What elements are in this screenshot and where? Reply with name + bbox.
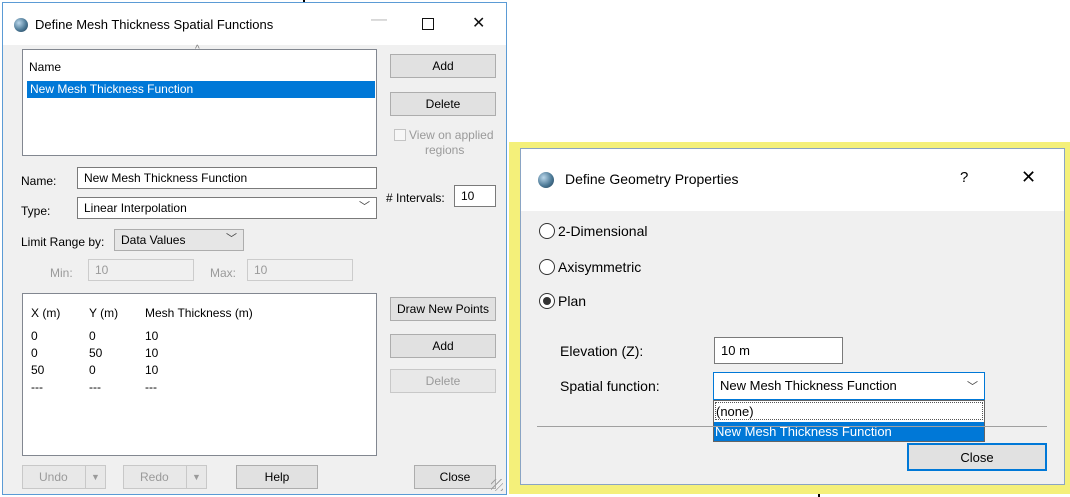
app-icon	[14, 18, 28, 32]
type-select-value: Linear Interpolation	[84, 201, 187, 215]
redo-button[interactable]: Redo ▼	[123, 465, 207, 489]
table-cell[interactable]: 10	[145, 345, 158, 361]
points-table: X (m) Y (m) Mesh Thickness (m) 0 0 10 0 …	[22, 293, 377, 456]
radio-plan[interactable]	[539, 293, 555, 309]
function-list: ^ Name New Mesh Thickness Function	[22, 44, 377, 156]
spatial-function-label: Spatial function:	[560, 378, 660, 394]
view-applied-label-2: regions	[425, 143, 465, 157]
dropdown-option-none[interactable]: (none)	[715, 402, 983, 420]
name-label: Name:	[21, 174, 57, 188]
geometry-properties-dialog: Define Geometry Properties ? ✕ 2-Dimensi…	[520, 148, 1065, 485]
redo-label: Redo	[140, 470, 169, 484]
delete-function-button[interactable]: Delete	[390, 92, 496, 116]
chevron-down-icon: ﹀	[226, 233, 237, 245]
table-cell[interactable]: ---	[89, 379, 101, 395]
table-cell[interactable]: 50	[89, 345, 102, 361]
separator	[537, 426, 1047, 427]
spatial-function-value: New Mesh Thickness Function	[720, 378, 897, 393]
radio-axisymmetric[interactable]	[539, 259, 555, 275]
dialog-title: Define Geometry Properties	[565, 171, 739, 187]
add-point-button[interactable]: Add	[390, 334, 496, 358]
view-applied-checkbox[interactable]	[394, 129, 406, 141]
chevron-down-icon: ﹀	[967, 381, 978, 393]
table-cell[interactable]: 0	[31, 328, 38, 344]
col-header-thickness[interactable]: Mesh Thickness (m)	[145, 305, 253, 321]
radio-2d-label[interactable]: 2-Dimensional	[558, 223, 647, 239]
dialog-title: Define Mesh Thickness Spatial Functions	[35, 17, 274, 32]
undo-label: Undo	[39, 470, 68, 484]
list-item-label: New Mesh Thickness Function	[30, 82, 194, 96]
help-icon[interactable]: ?	[960, 169, 968, 186]
spatial-function-select[interactable]: New Mesh Thickness Function ﹀	[713, 372, 985, 400]
sort-arrow-icon: ^	[195, 44, 200, 55]
table-cell[interactable]: ---	[145, 379, 157, 395]
title-bar: Define Geometry Properties ? ✕	[521, 149, 1064, 211]
app-icon	[538, 172, 554, 188]
close-button[interactable]: Close	[414, 465, 496, 489]
table-cell[interactable]: 10	[145, 362, 158, 378]
intervals-label: # Intervals:	[386, 191, 445, 205]
limit-range-label: Limit Range by:	[21, 235, 105, 249]
elevation-label: Elevation (Z):	[560, 343, 644, 359]
minimize-icon[interactable]: —	[371, 11, 387, 29]
list-header-name[interactable]: Name	[29, 59, 61, 75]
close-icon[interactable]: ✕	[1021, 167, 1036, 188]
min-label: Min:	[50, 266, 73, 280]
radio-plan-label[interactable]: Plan	[558, 293, 586, 309]
close-icon[interactable]: ✕	[472, 13, 485, 33]
mesh-thickness-dialog: Define Mesh Thickness Spatial Functions …	[2, 2, 507, 495]
add-function-button[interactable]: Add	[390, 54, 496, 78]
draw-new-points-button[interactable]: Draw New Points	[390, 297, 496, 321]
list-item[interactable]: New Mesh Thickness Function	[27, 81, 375, 98]
redo-dropdown-icon[interactable]: ▼	[186, 466, 201, 488]
chevron-down-icon: ﹀	[359, 201, 370, 213]
maximize-icon[interactable]	[422, 18, 434, 30]
type-label: Type:	[21, 204, 51, 218]
type-select[interactable]: Linear Interpolation ﹀	[77, 197, 377, 219]
table-cell[interactable]: ---	[31, 379, 43, 395]
table-cell[interactable]: 0	[89, 328, 96, 344]
limit-range-value: Data Values	[121, 233, 186, 247]
delete-point-button[interactable]: Delete	[390, 369, 496, 393]
dropdown-option-selected[interactable]: New Mesh Thickness Function	[714, 422, 984, 441]
table-cell[interactable]: 10	[145, 328, 158, 344]
spatial-function-dropdown: (none) New Mesh Thickness Function	[713, 400, 985, 442]
table-cell[interactable]: 0	[31, 345, 38, 361]
max-field[interactable]: 10	[247, 259, 353, 281]
limit-range-select[interactable]: Data Values ﹀	[114, 229, 244, 251]
view-applied-label: View on applied	[409, 128, 494, 142]
radio-2d[interactable]	[539, 223, 555, 239]
col-header-x[interactable]: X (m)	[31, 305, 60, 321]
elevation-field[interactable]: 10 m	[714, 337, 843, 364]
close-button[interactable]: Close	[907, 443, 1047, 471]
title-bar: Define Mesh Thickness Spatial Functions …	[3, 3, 506, 45]
min-field[interactable]: 10	[88, 259, 194, 281]
name-field[interactable]: New Mesh Thickness Function	[77, 167, 377, 189]
resize-grip-icon[interactable]	[491, 479, 503, 491]
intervals-field[interactable]: 10	[454, 185, 496, 207]
help-button[interactable]: Help	[236, 465, 318, 489]
table-cell[interactable]: 0	[89, 362, 96, 378]
radio-axisymmetric-label[interactable]: Axisymmetric	[558, 259, 641, 275]
radio-selected-dot	[543, 297, 551, 305]
col-header-y[interactable]: Y (m)	[89, 305, 118, 321]
undo-button[interactable]: Undo ▼	[22, 465, 106, 489]
table-cell[interactable]: 50	[31, 362, 44, 378]
undo-dropdown-icon[interactable]: ▼	[85, 466, 100, 488]
max-label: Max:	[210, 266, 237, 280]
